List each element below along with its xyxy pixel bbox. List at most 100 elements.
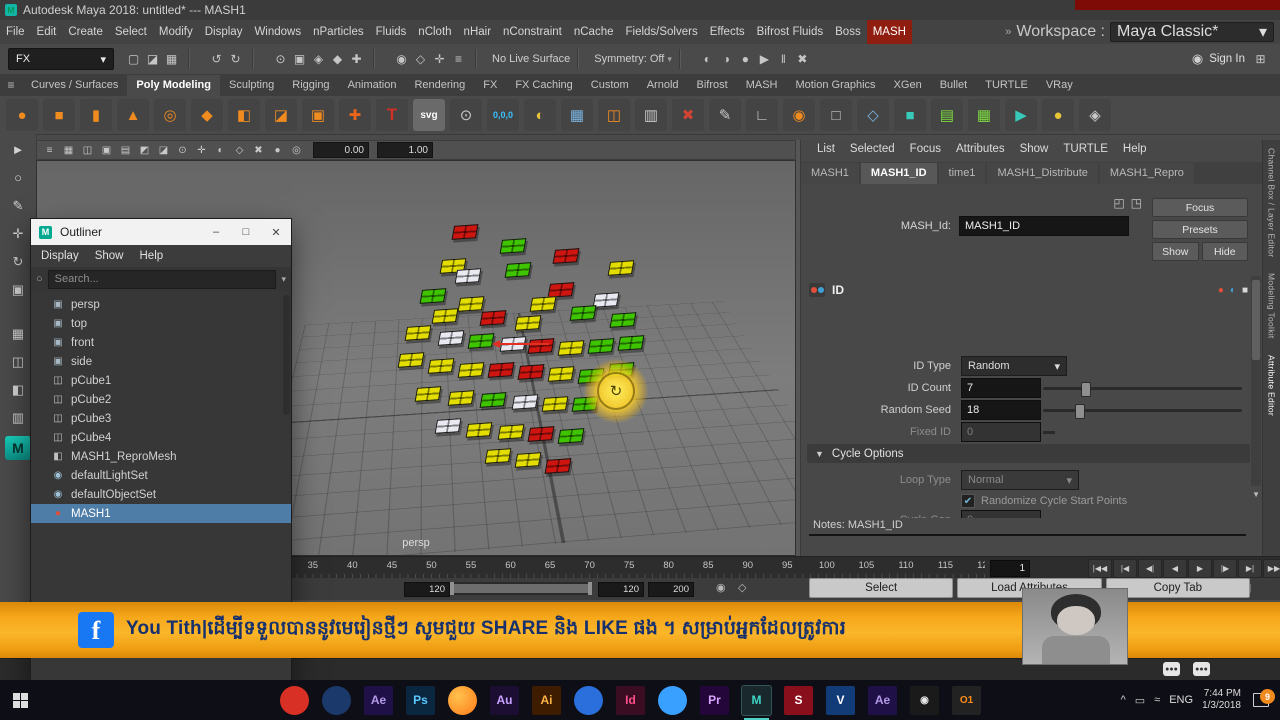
gamma-field[interactable]: 1.00 bbox=[377, 142, 433, 158]
tray-chevron-icon[interactable]: ^ bbox=[1121, 694, 1126, 706]
sign-in-button[interactable]: ◉ Sign In ⊞ bbox=[1192, 50, 1280, 69]
outliner-item[interactable]: ▣ front bbox=[31, 333, 291, 352]
attribute-editor-menu-item[interactable]: Show bbox=[1020, 143, 1049, 162]
menu-item[interactable]: MASH bbox=[866, 20, 912, 44]
randomize-cycle-checkbox[interactable]: ✔ bbox=[961, 494, 975, 508]
outliner-title-bar[interactable]: M Outliner – □ ✕ bbox=[31, 219, 291, 245]
language-indicator[interactable]: ENG bbox=[1169, 694, 1193, 706]
node-template-icon[interactable]: ■ bbox=[1242, 285, 1248, 296]
ipr-render-icon[interactable]: ◑ bbox=[717, 50, 736, 69]
menu-item[interactable]: nHair bbox=[458, 20, 497, 44]
shelf-tab[interactable]: Poly Modeling bbox=[127, 75, 220, 96]
shelf-green-grid-icon[interactable]: ▦ bbox=[968, 99, 1000, 131]
layout-split-icon[interactable]: ◧ bbox=[5, 377, 31, 402]
maximize-button[interactable]: □ bbox=[231, 219, 261, 245]
select-object-icon[interactable]: ▣ bbox=[290, 50, 309, 69]
node-state-icon[interactable]: ● bbox=[1218, 285, 1224, 296]
playback-button[interactable]: |◀ bbox=[1113, 559, 1137, 578]
shelf-pencil-icon[interactable]: ✎ bbox=[709, 99, 741, 131]
undo-icon[interactable]: ↺ bbox=[207, 50, 226, 69]
outliner-item[interactable]: ▣ top bbox=[31, 314, 291, 333]
shelf-bridge-icon[interactable]: ▣ bbox=[302, 99, 334, 131]
id-count-slider[interactable] bbox=[1043, 382, 1242, 397]
taskbar-app-indesign[interactable]: Id bbox=[616, 685, 645, 715]
redo-icon[interactable]: ↻ bbox=[226, 50, 245, 69]
snap-curve-icon[interactable]: ◇ bbox=[411, 50, 430, 69]
menu-item[interactable]: nParticles bbox=[307, 20, 370, 44]
shelf-tab[interactable]: Curves / Surfaces bbox=[22, 75, 127, 96]
film-gate-icon[interactable]: ◫ bbox=[79, 142, 96, 158]
attribute-editor-menu-item[interactable]: List bbox=[817, 143, 835, 162]
menu-item[interactable]: Fields/Solvers bbox=[619, 20, 703, 44]
random-seed-slider[interactable] bbox=[1043, 404, 1242, 419]
rotate-tool-icon[interactable]: ↻ bbox=[5, 249, 31, 274]
menu-item[interactable]: Edit bbox=[31, 20, 63, 44]
taskbar-app-camera[interactable]: ◉ bbox=[910, 685, 939, 715]
shelf-extra-icon[interactable]: ◈ bbox=[1079, 99, 1111, 131]
outliner-menu-item[interactable]: Display bbox=[41, 250, 79, 262]
playback-button[interactable]: ▶▶| bbox=[1263, 559, 1280, 578]
taskbar-app-blue-round[interactable] bbox=[574, 685, 603, 715]
presets-button[interactable]: Presets bbox=[1152, 220, 1248, 239]
section-title[interactable]: ID bbox=[832, 283, 844, 297]
shelf-tab[interactable]: Arnold bbox=[638, 75, 688, 96]
shelf-axis-icon[interactable]: ⊙ bbox=[450, 99, 482, 131]
outliner-item[interactable]: ◫ pCube3 bbox=[31, 409, 291, 428]
select-mesh-icon[interactable]: ◆ bbox=[328, 50, 347, 69]
random-seed-field[interactable]: 18 bbox=[961, 400, 1041, 420]
shelf-tab[interactable]: Custom bbox=[582, 75, 638, 96]
notes-textarea[interactable] bbox=[809, 534, 1246, 536]
shelf-tab[interactable]: Rigging bbox=[283, 75, 338, 96]
shelf-cylinder-icon[interactable]: ▮ bbox=[80, 99, 112, 131]
snap-plane-icon[interactable]: ≡ bbox=[449, 50, 468, 69]
playback-end-field[interactable]: 200 bbox=[648, 582, 694, 597]
show-ui-elements-icon[interactable]: ⊞ bbox=[1251, 50, 1270, 69]
taskbar-app-v[interactable]: V bbox=[826, 685, 855, 715]
outliner-item[interactable]: ◉ defaultLightSet bbox=[31, 466, 291, 485]
focus-button[interactable]: Focus bbox=[1152, 198, 1248, 217]
collapse-triangle-icon[interactable]: ▼ bbox=[815, 449, 824, 459]
taskbar-app-after-effects-2[interactable]: Ae bbox=[868, 685, 897, 715]
menu-item[interactable]: Fluids bbox=[370, 20, 413, 44]
playback-option-icon[interactable]: ◉ bbox=[716, 581, 726, 594]
shelf-green-list-icon[interactable]: ▤ bbox=[931, 99, 963, 131]
menu-item[interactable]: nCloth bbox=[412, 20, 457, 44]
save-scene-icon[interactable]: ▦ bbox=[162, 50, 181, 69]
outliner-item[interactable]: ◧ MASH1_ReproMesh bbox=[31, 447, 291, 466]
outliner-item[interactable]: ◫ pCube1 bbox=[31, 371, 291, 390]
mash-id-field[interactable]: MASH1_ID bbox=[959, 216, 1129, 236]
menu-item[interactable]: Modify bbox=[153, 20, 199, 44]
scroll-down-icon[interactable]: ▼ bbox=[1252, 490, 1260, 499]
node-tab[interactable]: time1 bbox=[938, 163, 986, 184]
safe-title-icon[interactable]: ⊙ bbox=[174, 142, 191, 158]
range-cap-left[interactable] bbox=[450, 582, 454, 595]
chevron-down-icon[interactable]: ▾ bbox=[281, 274, 286, 285]
outliner-item[interactable]: ▣ side bbox=[31, 352, 291, 371]
shelf-axes-icon[interactable]: ✖ bbox=[672, 99, 704, 131]
shelf-gold-sphere-icon[interactable]: ◐ bbox=[524, 99, 556, 131]
overflow-chevron-icon[interactable]: » bbox=[1005, 26, 1011, 38]
shelf-tab[interactable]: TURTLE bbox=[976, 75, 1037, 96]
id-count-field[interactable]: 7 bbox=[961, 378, 1041, 398]
taskbar-app-after-effects[interactable]: Ae bbox=[364, 685, 393, 715]
hide-button[interactable]: Hide bbox=[1201, 242, 1248, 261]
attribute-editor-menu-item[interactable]: TURTLE bbox=[1063, 143, 1108, 162]
open-scene-icon[interactable]: ◪ bbox=[143, 50, 162, 69]
outliner-scrollbar[interactable] bbox=[283, 295, 290, 415]
menu-item[interactable]: Select bbox=[109, 20, 153, 44]
screen-space-ao-icon[interactable]: ✖ bbox=[250, 142, 267, 158]
stop-icon[interactable]: ✖ bbox=[793, 50, 812, 69]
shelf-coords-icon[interactable]: 0,0,0 bbox=[487, 99, 519, 131]
gate-mask-icon[interactable]: ▤ bbox=[117, 142, 134, 158]
shelf-tab[interactable]: Rendering bbox=[405, 75, 474, 96]
anim-end-field[interactable]: 120 bbox=[598, 582, 644, 597]
range-slider-handle[interactable] bbox=[452, 584, 590, 593]
layout-single-pane-icon[interactable]: ▦ bbox=[5, 321, 31, 346]
shelf-measure-icon[interactable]: ∟ bbox=[746, 99, 778, 131]
safe-action-icon[interactable]: ◪ bbox=[155, 142, 172, 158]
attribute-editor-menu-item[interactable]: Selected bbox=[850, 143, 895, 162]
shelf-boolean-icon[interactable]: ◪ bbox=[265, 99, 297, 131]
chat-bubble-icon[interactable]: ●●● bbox=[1163, 662, 1180, 676]
loop-mode-icon[interactable]: ◇ bbox=[738, 581, 746, 594]
menu-item[interactable]: Bifrost Fluids bbox=[751, 20, 829, 44]
